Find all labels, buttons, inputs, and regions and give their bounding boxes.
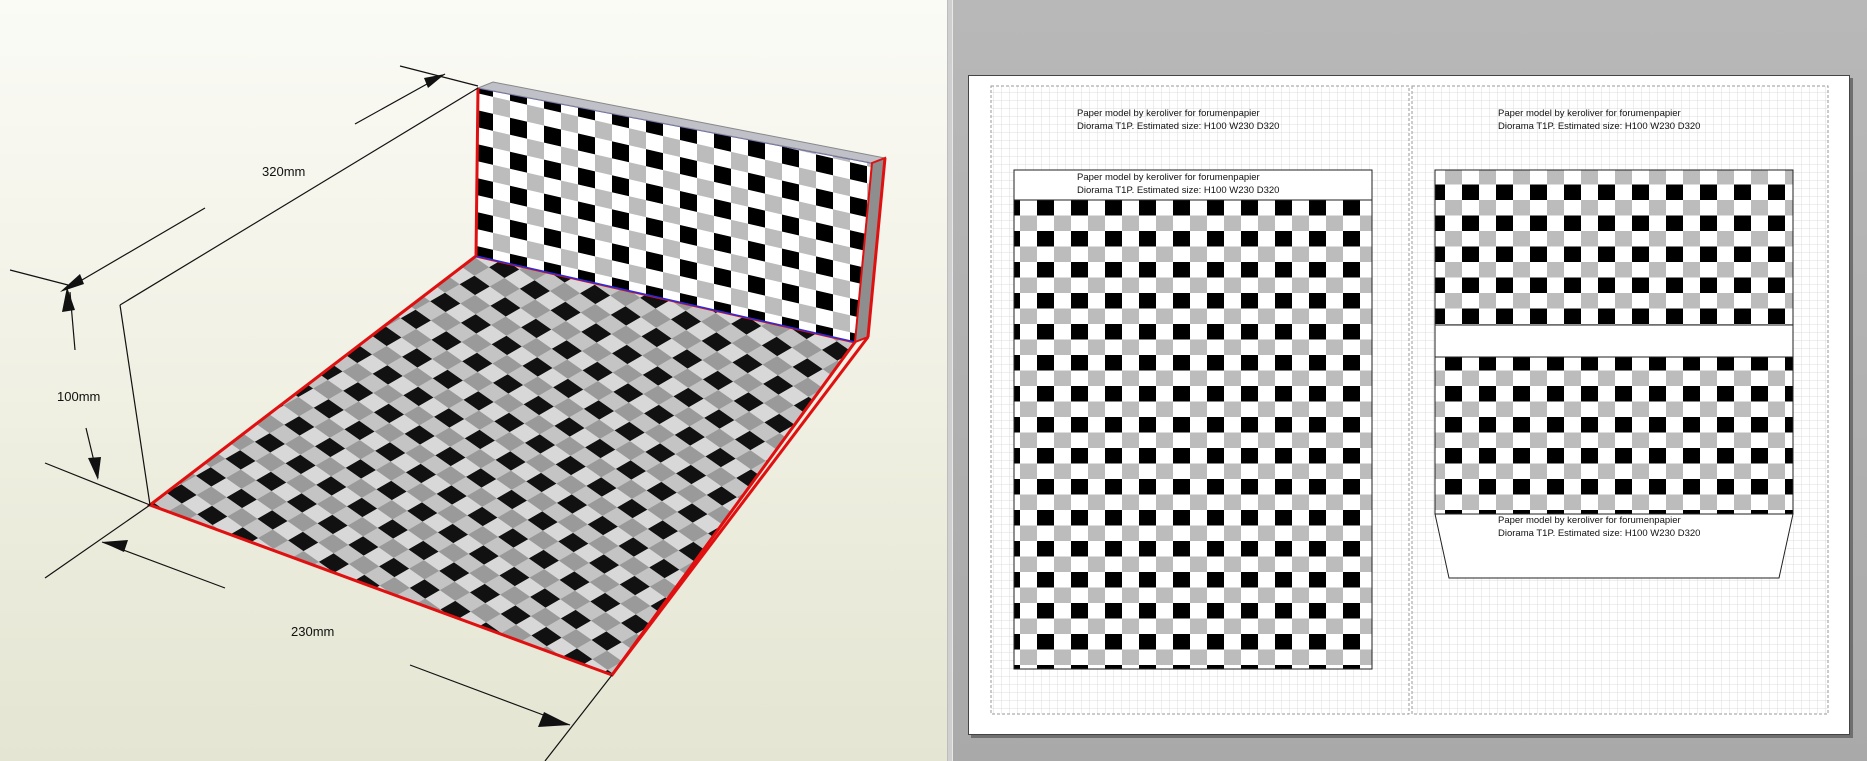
part-wall-checker-bottom [1434, 356, 1794, 515]
floor-panel [146, 254, 858, 677]
note-line: Diorama T1P. Estimated size: H100 W230 D… [1498, 528, 1701, 539]
note-line: Paper model by keroliver for forumenpapi… [1498, 108, 1681, 119]
note-line: Diorama T1P. Estimated size: H100 W230 D… [1077, 185, 1280, 196]
note-line: Diorama T1P. Estimated size: H100 W230 D… [1498, 121, 1701, 132]
part-floor-checker [1013, 199, 1373, 670]
depth-dimension-label: 320mm [262, 164, 306, 179]
print-page[interactable]: Paper model by keroliver for forumenpapi… [968, 75, 1850, 735]
page-note-2: Paper model by keroliver for forumenpapi… [1498, 107, 1700, 133]
note-line: Paper model by keroliver for forumenpapi… [1077, 172, 1260, 183]
page-note-1: Paper model by keroliver for forumenpapi… [1077, 107, 1279, 133]
page-note-4: Paper model by keroliver for forumenpapi… [1498, 514, 1700, 540]
3d-model-canvas[interactable] [0, 0, 947, 761]
3d-view-pane[interactable]: 320mm 100mm 230mm [0, 0, 947, 761]
note-line: Paper model by keroliver for forumenpapi… [1498, 515, 1681, 526]
note-line: Diorama T1P. Estimated size: H100 W230 D… [1077, 121, 1280, 132]
height-dimension-label: 100mm [57, 389, 101, 404]
part-wall-checker-top [1434, 169, 1794, 326]
width-dimension-label: 230mm [291, 624, 335, 639]
note-line: Paper model by keroliver for forumenpapi… [1077, 108, 1260, 119]
page-note-3: Paper model by keroliver for forumenpapi… [1077, 171, 1279, 197]
